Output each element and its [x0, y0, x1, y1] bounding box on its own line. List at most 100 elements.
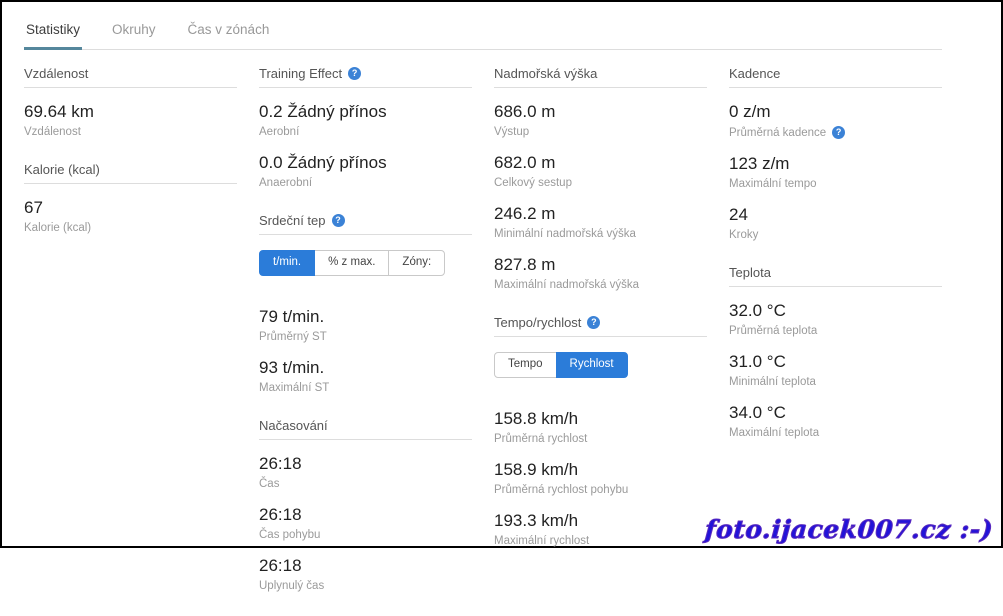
toggle-button-rychlost[interactable]: Rychlost: [556, 352, 628, 378]
stats-column-1: Vzdálenost 69.64 km Vzdálenost Kalorie (…: [24, 66, 237, 258]
section-title-pace-speed: Tempo/rychlost ?: [494, 315, 707, 337]
stat-label: Průměrný ST: [259, 331, 472, 343]
stat-avg-cadence: 0 z/m Průměrná kadence ?: [729, 101, 942, 139]
stat-label: Celkový sestup: [494, 177, 707, 189]
section-title-text: Kadence: [729, 66, 780, 81]
section-title-text: Training Effect: [259, 66, 342, 81]
section-temperature: Teplota 32.0 °C Průměrná teplota 31.0 °C…: [729, 265, 942, 439]
stat-label: Minimální nadmořská výška: [494, 228, 707, 240]
stat-descent: 682.0 m Celkový sestup: [494, 152, 707, 189]
info-icon[interactable]: ?: [332, 214, 345, 227]
stat-label: Maximální ST: [259, 382, 472, 394]
stat-label: Aerobní: [259, 126, 472, 138]
tab-bar: Statistiky Okruhy Čas v zónách: [24, 16, 942, 50]
info-icon[interactable]: ?: [348, 67, 361, 80]
section-title-text: Načasování: [259, 418, 328, 433]
stat-label-text: Průměrná kadence: [729, 127, 826, 139]
stat-label: Maximální tempo: [729, 178, 942, 190]
stat-label: Maximální nadmořská výška: [494, 279, 707, 291]
stat-value: 93 t/min.: [259, 357, 472, 378]
stat-value: 0.0 Žádný přínos: [259, 152, 472, 173]
stat-value: 827.8 m: [494, 254, 707, 275]
section-training-effect: Training Effect ? 0.2 Žádný přínos Aerob…: [259, 66, 472, 189]
section-title-text: Vzdálenost: [24, 66, 88, 81]
stat-min-temperature: 31.0 °C Minimální teplota: [729, 351, 942, 388]
section-title-text: Kalorie (kcal): [24, 162, 100, 177]
stat-label: Kroky: [729, 229, 942, 241]
tab-okruhy[interactable]: Okruhy: [110, 16, 158, 50]
stat-value: 0 z/m: [729, 101, 942, 122]
tab-cas-v-zonach[interactable]: Čas v zónách: [186, 16, 272, 50]
stat-max-temperature: 34.0 °C Maximální teplota: [729, 402, 942, 439]
tab-statistiky[interactable]: Statistiky: [24, 16, 82, 50]
stat-elapsed-time: 26:18 Uplynulý čas: [259, 555, 472, 592]
section-title-text: Nadmořská výška: [494, 66, 597, 81]
info-icon[interactable]: ?: [832, 126, 845, 139]
section-pace-speed: Tempo/rychlost ? Tempo Rychlost 158.8 km…: [494, 315, 707, 547]
stat-max-elevation: 827.8 m Maximální nadmořská výška: [494, 254, 707, 291]
pace-speed-toggle: Tempo Rychlost: [494, 352, 628, 378]
stat-label: Maximální rychlost: [494, 535, 707, 547]
section-title-timing: Načasování: [259, 418, 472, 440]
stat-value: 686.0 m: [494, 101, 707, 122]
toggle-button-percent-max[interactable]: % z max.: [314, 250, 389, 276]
section-timing: Načasování 26:18 Čas 26:18 Čas pohybu 26…: [259, 418, 472, 592]
stat-aerobic-te: 0.2 Žádný přínos Aerobní: [259, 101, 472, 138]
stat-label: Anaerobní: [259, 177, 472, 189]
stat-anaerobic-te: 0.0 Žádný přínos Anaerobní: [259, 152, 472, 189]
stat-max-speed: 193.3 km/h Maximální rychlost: [494, 510, 707, 547]
stat-value: 31.0 °C: [729, 351, 942, 372]
stat-distance: 69.64 km Vzdálenost: [24, 101, 237, 138]
stat-label: Průměrná rychlost: [494, 433, 707, 445]
stat-value: 158.8 km/h: [494, 408, 707, 429]
stat-label: Průměrná rychlost pohybu: [494, 484, 707, 496]
stat-label: Kalorie (kcal): [24, 222, 237, 234]
stat-avg-moving-speed: 158.9 km/h Průměrná rychlost pohybu: [494, 459, 707, 496]
stat-value: 67: [24, 197, 237, 218]
section-title-cadence: Kadence: [729, 66, 942, 88]
stat-time: 26:18 Čas: [259, 453, 472, 490]
stat-avg-hr: 79 t/min. Průměrný ST: [259, 306, 472, 343]
stat-ascent: 686.0 m Výstup: [494, 101, 707, 138]
stat-avg-speed: 158.8 km/h Průměrná rychlost: [494, 408, 707, 445]
section-calories: Kalorie (kcal) 67 Kalorie (kcal): [24, 162, 237, 234]
stat-label: Průměrná teplota: [729, 325, 942, 337]
section-title-temperature: Teplota: [729, 265, 942, 287]
stat-label: Výstup: [494, 126, 707, 138]
stat-moving-time: 26:18 Čas pohybu: [259, 504, 472, 541]
toggle-button-zones[interactable]: Zóny:: [388, 250, 445, 276]
stat-value: 69.64 km: [24, 101, 237, 122]
info-icon[interactable]: ?: [587, 316, 600, 329]
stat-steps: 24 Kroky: [729, 204, 942, 241]
stats-column-4: Kadence 0 z/m Průměrná kadence ? 123 z/m…: [729, 66, 942, 463]
section-title-heart-rate: Srdeční tep ?: [259, 213, 472, 235]
section-distance: Vzdálenost 69.64 km Vzdálenost: [24, 66, 237, 138]
photo-watermark: foto.ijacek007.cz :-): [704, 515, 994, 544]
stat-max-hr: 93 t/min. Maximální ST: [259, 357, 472, 394]
section-elevation: Nadmořská výška 686.0 m Výstup 682.0 m C…: [494, 66, 707, 291]
toggle-button-tempo[interactable]: Tempo: [494, 352, 557, 378]
stat-calories: 67 Kalorie (kcal): [24, 197, 237, 234]
section-title-text: Teplota: [729, 265, 771, 280]
section-title-text: Srdeční tep: [259, 213, 326, 228]
stat-value: 193.3 km/h: [494, 510, 707, 531]
heart-rate-unit-toggle: t/min. % z max. Zóny:: [259, 250, 445, 276]
section-title-training-effect: Training Effect ?: [259, 66, 472, 88]
stat-value: 123 z/m: [729, 153, 942, 174]
stat-value: 32.0 °C: [729, 300, 942, 321]
stat-value: 26:18: [259, 555, 472, 576]
section-title-calories: Kalorie (kcal): [24, 162, 237, 184]
stat-value: 26:18: [259, 453, 472, 474]
toggle-button-tmin[interactable]: t/min.: [259, 250, 315, 276]
stat-label: Maximální teplota: [729, 427, 942, 439]
stat-value: 26:18: [259, 504, 472, 525]
stat-value: 682.0 m: [494, 152, 707, 173]
stat-label: Minimální teplota: [729, 376, 942, 388]
section-title-text: Tempo/rychlost: [494, 315, 581, 330]
stat-label: Čas: [259, 478, 472, 490]
stat-value: 0.2 Žádný přínos: [259, 101, 472, 122]
stat-label: Vzdálenost: [24, 126, 237, 138]
stats-column-3: Nadmořská výška 686.0 m Výstup 682.0 m C…: [494, 66, 707, 571]
section-cadence: Kadence 0 z/m Průměrná kadence ? 123 z/m…: [729, 66, 942, 241]
stat-max-cadence: 123 z/m Maximální tempo: [729, 153, 942, 190]
